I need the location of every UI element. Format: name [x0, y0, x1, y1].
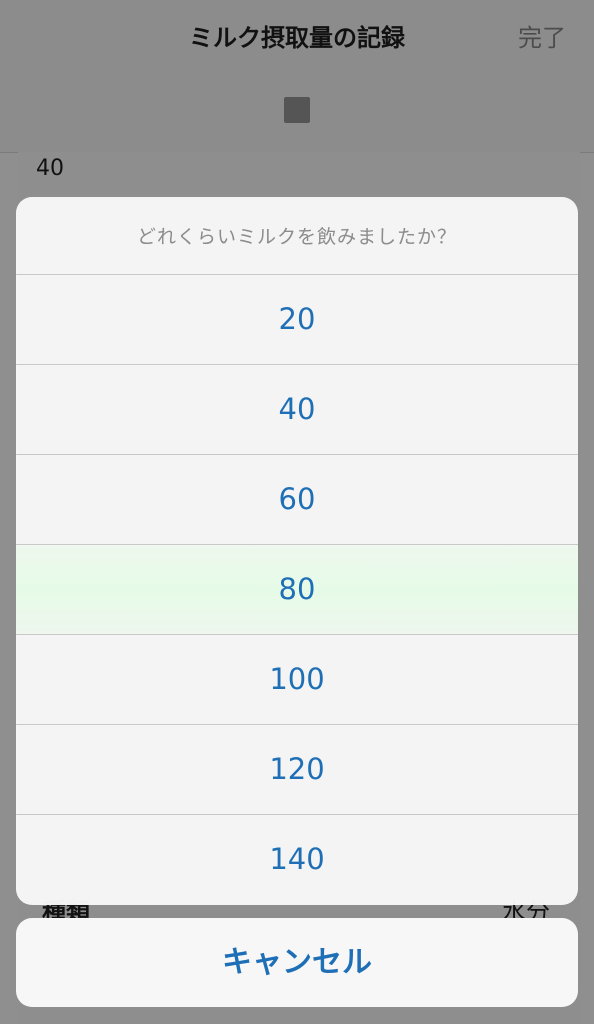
done-button[interactable]: 完了 [518, 18, 566, 53]
amount-value: 40 [36, 156, 64, 181]
nav-bar: ミルク摂取量の記録 完了 [0, 0, 594, 153]
option-80[interactable]: 80 [16, 545, 578, 635]
option-140[interactable]: 140 [16, 815, 578, 904]
option-20[interactable]: 20 [16, 275, 578, 365]
cancel-button[interactable]: キャンセル [16, 918, 578, 1007]
action-sheet-title: どれくらいミルクを飲みましたか？ [16, 197, 578, 275]
stop-icon[interactable] [284, 97, 310, 123]
action-sheet: どれくらいミルクを飲みましたか？ 20 40 60 80 100 120 140 [16, 197, 578, 905]
option-40[interactable]: 40 [16, 365, 578, 455]
option-120[interactable]: 120 [16, 725, 578, 815]
page-title: ミルク摂取量の記録 [189, 24, 405, 52]
option-60[interactable]: 60 [16, 455, 578, 545]
option-100[interactable]: 100 [16, 635, 578, 725]
